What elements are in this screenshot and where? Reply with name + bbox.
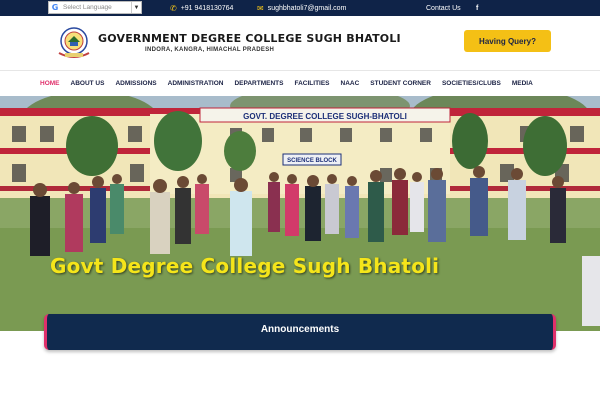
- language-select[interactable]: G Select Language ▼: [48, 1, 142, 14]
- main-nav: HOME ABOUT US ADMISSIONS ADMINISTRATION …: [0, 70, 600, 96]
- contact-us-link[interactable]: Contact Us: [426, 2, 461, 14]
- nav-item-about-us[interactable]: ABOUT US: [71, 80, 105, 87]
- college-emblem-icon[interactable]: [56, 25, 92, 61]
- announcements-title: Announcements: [260, 324, 340, 335]
- nav-item-home[interactable]: HOME: [40, 80, 60, 87]
- nav-item-societies-clubs[interactable]: SOCIETIES/CLUBS: [442, 80, 501, 87]
- google-translate-icon: G: [51, 3, 59, 12]
- nav-item-media[interactable]: MEDIA: [512, 80, 533, 87]
- nav-item-naac[interactable]: NAAC: [341, 80, 360, 87]
- nav-item-administration[interactable]: ADMINISTRATION: [168, 80, 224, 87]
- science-block-sign: SCIENCE BLOCK: [287, 158, 337, 164]
- phone-icon: ✆: [170, 3, 177, 13]
- hero-title: Govt Degree College Sugh Bhatoli: [50, 254, 440, 278]
- building-sign: GOVT. DEGREE COLLEGE SUGH-BHATOLI: [243, 112, 407, 121]
- hero-photo: GOVT. DEGREE COLLEGE SUGH-BHATOLI SCIENC…: [0, 96, 600, 331]
- email-contact[interactable]: ✉ sughbhatoli7@gmail.com: [257, 2, 346, 14]
- having-query-button[interactable]: Having Query?: [464, 30, 551, 52]
- phone-number: +91 9418130764: [180, 4, 234, 12]
- language-select-label: Select Language: [63, 4, 112, 11]
- college-address: INDORA, KANGRA, HIMACHAL PRADESH: [145, 47, 275, 53]
- nav-item-admissions[interactable]: ADMISSIONS: [115, 80, 156, 87]
- hero-banner: GOVT. DEGREE COLLEGE SUGH-BHATOLI SCIENC…: [0, 96, 600, 331]
- email-icon: ✉: [257, 3, 264, 13]
- phone-contact[interactable]: ✆ +91 9418130764: [170, 2, 233, 14]
- facebook-icon[interactable]: f: [476, 2, 478, 14]
- college-name: GOVERNMENT DEGREE COLLEGE SUGH BHATOLI: [98, 32, 401, 45]
- email-address: sughbhatoli7@gmail.com: [267, 4, 347, 12]
- top-bar: G Select Language ▼ ✆ +91 9418130764 ✉ s…: [0, 0, 600, 16]
- nav-item-departments[interactable]: DEPARTMENTS: [234, 80, 283, 87]
- chevron-down-icon: ▼: [131, 2, 141, 13]
- announcements-bar[interactable]: Announcements: [44, 314, 556, 350]
- nav-item-student-corner[interactable]: STUDENT CORNER: [370, 80, 431, 87]
- nav-item-facilities[interactable]: FACILITIES: [294, 80, 329, 87]
- contact-us-label: Contact Us: [426, 4, 461, 12]
